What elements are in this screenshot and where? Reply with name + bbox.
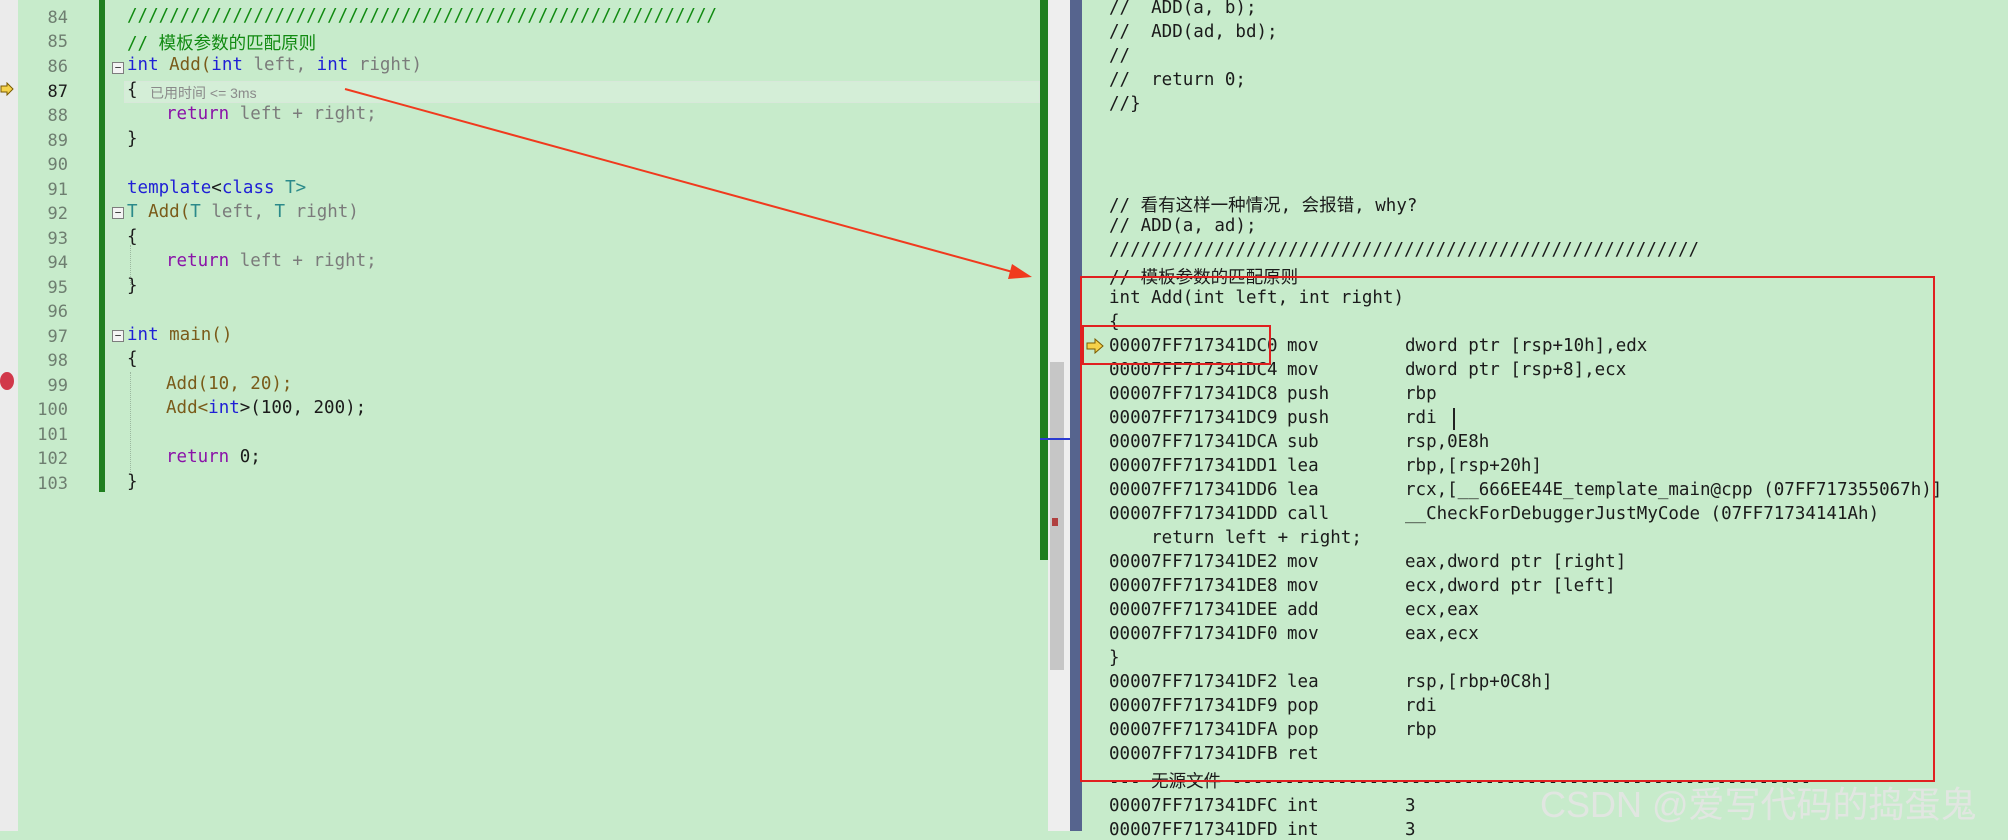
watermark: CSDN @爱写代码的捣蛋鬼 [1540, 784, 1977, 825]
annotation-arrow [344, 88, 1032, 279]
annotation-arrow-line [344, 88, 1021, 275]
annotation-arrow-head [1008, 264, 1032, 279]
